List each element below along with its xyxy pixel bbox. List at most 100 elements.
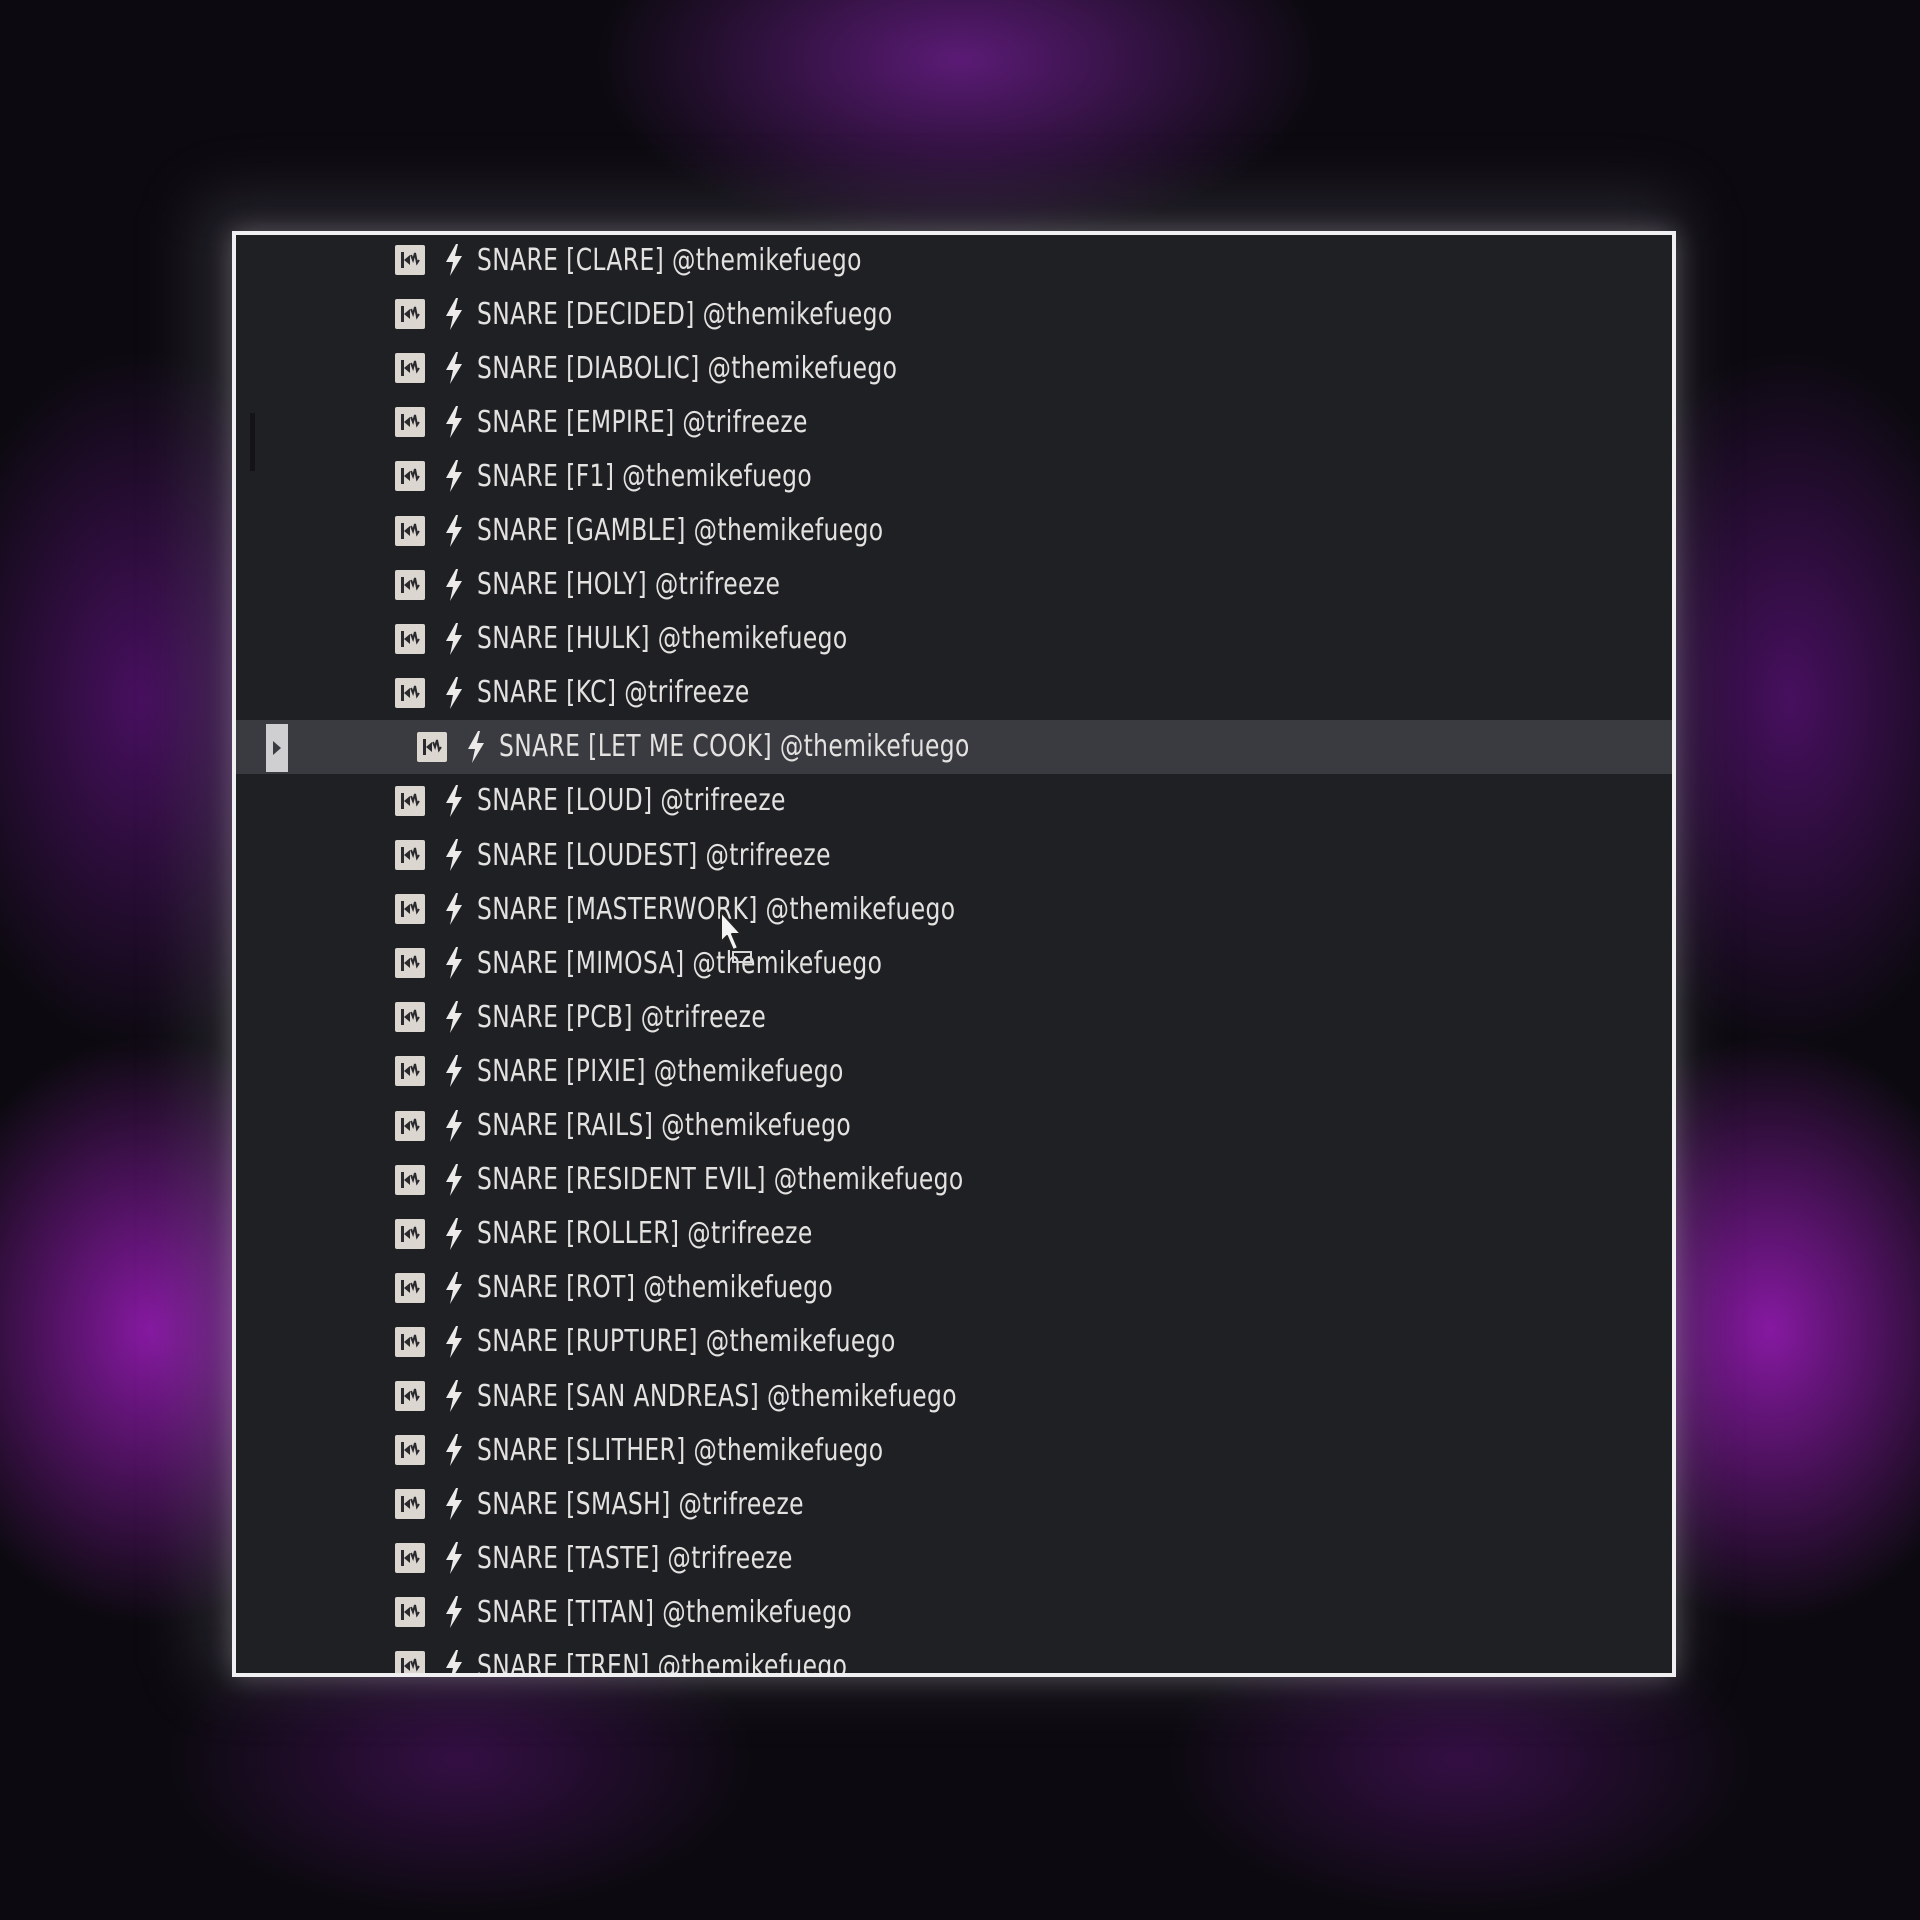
- browser-item[interactable]: SNARE [HOLY] @trifreeze: [236, 558, 1672, 612]
- audio-sample-icon: [395, 1056, 425, 1087]
- expand-arrow-icon[interactable]: [266, 723, 288, 772]
- browser-item[interactable]: SNARE [LOUDEST] @trifreeze: [236, 828, 1672, 882]
- browser-item[interactable]: SNARE [PIXIE] @themikefuego: [236, 1044, 1672, 1098]
- lightning-bolt-icon: [441, 1000, 467, 1034]
- browser-item-label: SNARE [ROLLER] @trifreeze: [477, 1216, 813, 1252]
- audio-sample-icon: [395, 461, 425, 492]
- lightning-bolt-icon: [441, 405, 467, 439]
- browser-item[interactable]: SNARE [MASTERWORK] @themikefuego: [236, 882, 1672, 936]
- lightning-bolt-icon: [441, 514, 467, 548]
- lightning-bolt-icon: [441, 568, 467, 602]
- audio-sample-icon: [395, 1110, 425, 1141]
- browser-item[interactable]: SNARE [ROT] @themikefuego: [236, 1261, 1672, 1315]
- browser-item-label: SNARE [GAMBLE] @themikefuego: [477, 513, 884, 549]
- lightning-bolt-icon: [441, 1487, 467, 1521]
- browser-item[interactable]: SNARE [MIMOSA] @themikefuego: [236, 936, 1672, 990]
- audio-sample-icon: [395, 569, 425, 600]
- browser-item-label: SNARE [MIMOSA] @themikefuego: [477, 945, 883, 981]
- audio-sample-icon: [395, 353, 425, 384]
- browser-item[interactable]: SNARE [LOUD] @trifreeze: [236, 774, 1672, 828]
- browser-item-label: SNARE [DECIDED] @themikefuego: [477, 296, 893, 332]
- audio-sample-icon: [417, 731, 447, 762]
- browser-item[interactable]: SNARE [HULK] @themikefuego: [236, 612, 1672, 666]
- browser-item-label: SNARE [SAN ANDREAS] @themikefuego: [477, 1378, 957, 1414]
- audio-sample-icon: [395, 623, 425, 654]
- audio-sample-icon: [395, 1164, 425, 1195]
- audio-sample-icon: [395, 1218, 425, 1249]
- browser-item[interactable]: SNARE [SMASH] @trifreeze: [236, 1477, 1672, 1531]
- audio-sample-icon: [395, 785, 425, 816]
- audio-sample-icon: [395, 1543, 425, 1574]
- audio-sample-icon: [395, 1597, 425, 1628]
- browser-item-label: SNARE [LOUD] @trifreeze: [477, 783, 786, 819]
- lightning-bolt-icon: [441, 1217, 467, 1251]
- browser-item-label: SNARE [SMASH] @trifreeze: [477, 1486, 804, 1522]
- browser-item[interactable]: SNARE [RUPTURE] @themikefuego: [236, 1315, 1672, 1369]
- browser-item-label: SNARE [TITAN] @themikefuego: [477, 1594, 853, 1630]
- browser-item-label: SNARE [EMPIRE] @trifreeze: [477, 404, 808, 440]
- browser-item[interactable]: SNARE [PCB] @trifreeze: [236, 990, 1672, 1044]
- browser-item[interactable]: SNARE [DIABOLIC] @themikefuego: [236, 341, 1672, 395]
- lightning-bolt-icon: [441, 1433, 467, 1467]
- lightning-bolt-icon: [441, 676, 467, 710]
- audio-sample-icon: [395, 245, 425, 276]
- browser-item-label: SNARE [CLARE] @themikefuego: [477, 242, 862, 278]
- audio-sample-icon: [395, 1002, 425, 1033]
- browser-item-label: SNARE [PIXIE] @themikefuego: [477, 1053, 844, 1089]
- audio-sample-icon: [395, 515, 425, 546]
- audio-sample-icon: [395, 1435, 425, 1466]
- browser-item-label: SNARE [TREN] @themikefuego: [477, 1648, 848, 1677]
- lightning-bolt-icon: [441, 1595, 467, 1629]
- lightning-bolt-icon: [441, 1271, 467, 1305]
- browser-item[interactable]: SNARE [SLITHER] @themikefuego: [236, 1423, 1672, 1477]
- browser-item[interactable]: SNARE [DECIDED] @themikefuego: [236, 287, 1672, 341]
- browser-item-label: SNARE [HOLY] @trifreeze: [477, 567, 781, 603]
- lightning-bolt-icon: [441, 622, 467, 656]
- browser-item-label: SNARE [LET ME COOK] @themikefuego: [499, 729, 970, 765]
- audio-sample-icon: [395, 1381, 425, 1412]
- browser-item-label: SNARE [RAILS] @themikefuego: [477, 1108, 852, 1144]
- browser-item-label: SNARE [KC] @trifreeze: [477, 675, 750, 711]
- browser-item[interactable]: SNARE [GAMBLE] @themikefuego: [236, 503, 1672, 557]
- browser-item-label: SNARE [ROT] @themikefuego: [477, 1270, 834, 1306]
- lightning-bolt-icon: [441, 1379, 467, 1413]
- audio-sample-icon: [395, 407, 425, 438]
- browser-item[interactable]: SNARE [LET ME COOK] @themikefuego: [236, 719, 1672, 774]
- browser-item[interactable]: SNARE [RESIDENT EVIL] @themikefuego: [236, 1153, 1672, 1207]
- browser-item[interactable]: SNARE [KC] @trifreeze: [236, 666, 1672, 720]
- audio-sample-icon: [395, 840, 425, 871]
- lightning-bolt-icon: [441, 1163, 467, 1197]
- browser-item-label: SNARE [LOUDEST] @trifreeze: [477, 837, 831, 873]
- browser-item[interactable]: SNARE [SAN ANDREAS] @themikefuego: [236, 1369, 1672, 1423]
- browser-item-label: SNARE [TASTE] @trifreeze: [477, 1540, 793, 1576]
- lightning-bolt-icon: [441, 784, 467, 818]
- lightning-bolt-icon: [441, 1109, 467, 1143]
- audio-sample-icon: [395, 1326, 425, 1357]
- hand-cursor-icon: [720, 911, 752, 963]
- lightning-bolt-icon: [441, 459, 467, 493]
- file-tree: SNARE [CLARE] @themikefuego SNARE [DECIDE…: [236, 235, 1672, 1677]
- browser-item-label: SNARE [SLITHER] @themikefuego: [477, 1432, 884, 1468]
- audio-sample-icon: [395, 677, 425, 708]
- lightning-bolt-icon: [441, 946, 467, 980]
- browser-item[interactable]: SNARE [TITAN] @themikefuego: [236, 1585, 1672, 1639]
- lightning-bolt-icon: [441, 1541, 467, 1575]
- audio-sample-icon: [395, 1272, 425, 1303]
- lightning-bolt-icon: [441, 243, 467, 277]
- lightning-bolt-icon: [441, 892, 467, 926]
- lightning-bolt-icon: [441, 1325, 467, 1359]
- browser-item[interactable]: SNARE [RAILS] @themikefuego: [236, 1099, 1672, 1153]
- browser-item[interactable]: SNARE [EMPIRE] @trifreeze: [236, 395, 1672, 449]
- browser-item[interactable]: SNARE [TASTE] @trifreeze: [236, 1531, 1672, 1585]
- browser-item[interactable]: SNARE [CLARE] @themikefuego: [236, 235, 1672, 287]
- lightning-bolt-icon: [441, 1054, 467, 1088]
- lightning-bolt-icon: [441, 297, 467, 331]
- audio-sample-icon: [395, 894, 425, 925]
- browser-panel: SNARE [CLARE] @themikefuego SNARE [DECIDE…: [232, 231, 1676, 1677]
- browser-item[interactable]: SNARE [F1] @themikefuego: [236, 449, 1672, 503]
- lightning-bolt-icon: [441, 838, 467, 872]
- browser-item[interactable]: SNARE [ROLLER] @trifreeze: [236, 1207, 1672, 1261]
- browser-item[interactable]: SNARE [TREN] @themikefuego: [236, 1639, 1672, 1677]
- browser-item-label: SNARE [RESIDENT EVIL] @themikefuego: [477, 1162, 964, 1198]
- audio-sample-icon: [395, 948, 425, 979]
